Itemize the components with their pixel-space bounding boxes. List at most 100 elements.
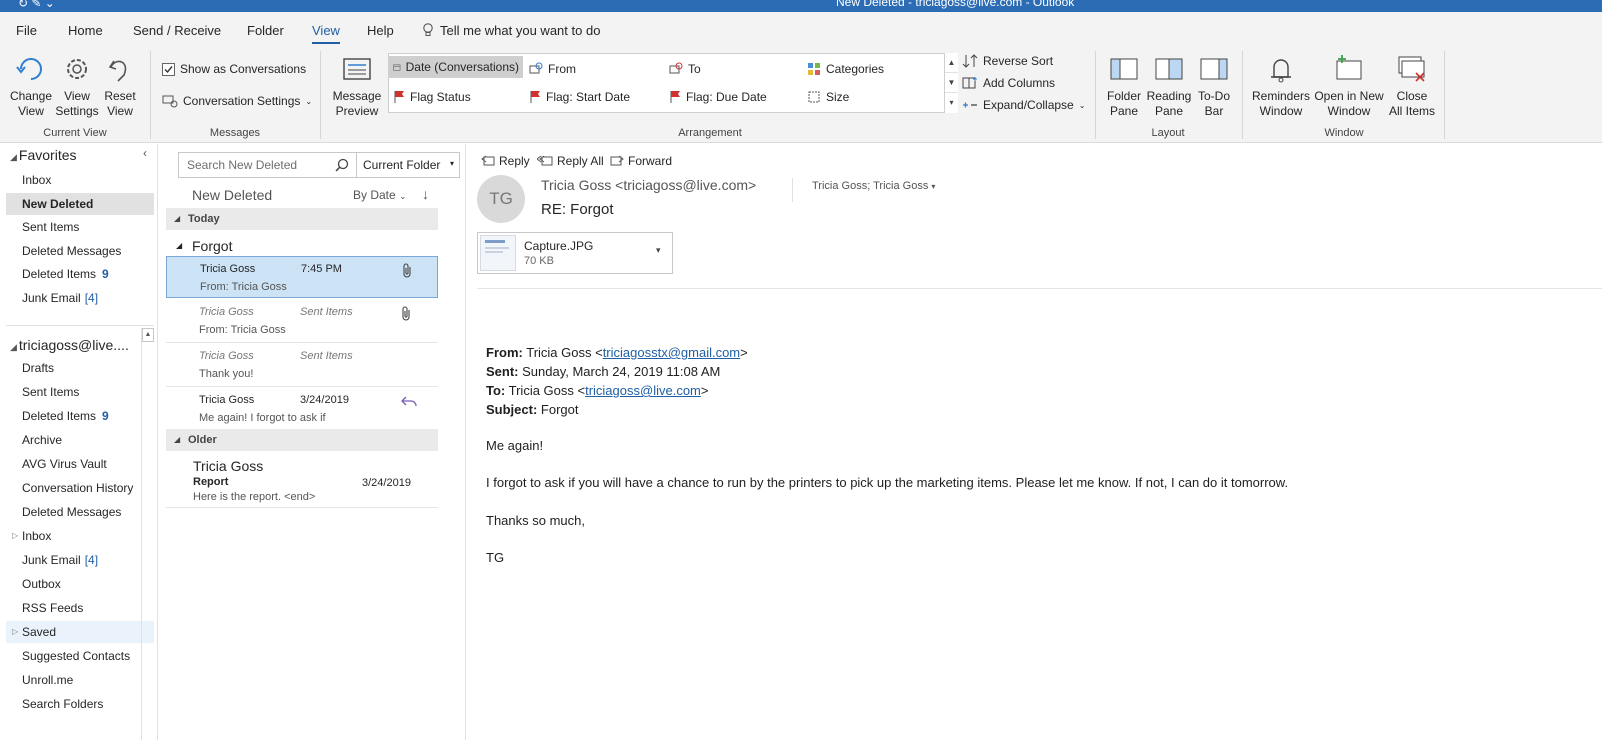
expand-arrow-icon[interactable]: ▷	[12, 621, 18, 643]
folder-item[interactable]: Sent Items	[6, 216, 154, 238]
flag-icon	[394, 91, 404, 103]
group-older[interactable]: ◢ Older	[166, 429, 438, 451]
scroll-up-icon[interactable]: ▲	[142, 328, 154, 342]
change-view-button[interactable]: Change View	[8, 53, 54, 119]
open-new-window-button[interactable]: Open in New Window	[1314, 53, 1384, 119]
arrange-flag-status[interactable]: Flag Status	[389, 86, 475, 108]
view-settings-button[interactable]: View Settings	[54, 53, 100, 119]
favorites-header[interactable]: ◢ Favorites	[10, 147, 77, 163]
folder-item[interactable]: AVG Virus Vault	[6, 453, 154, 475]
menu-home[interactable]: Home	[68, 23, 103, 38]
menu-send-receive[interactable]: Send / Receive	[133, 23, 221, 38]
arrangement-gallery: Date (Conversations) From To Categories …	[388, 53, 958, 113]
conversation-label: Forgot	[192, 238, 233, 254]
arrange-from[interactable]: From	[525, 58, 580, 80]
arrange-date-conversations[interactable]: Date (Conversations)	[389, 56, 523, 78]
folder-item[interactable]: Deleted Items 9	[6, 405, 154, 427]
folder-item[interactable]: Drafts	[6, 357, 154, 379]
gallery-more-icon[interactable]: ▾	[945, 93, 958, 113]
folder-item[interactable]: Suggested Contacts	[6, 645, 154, 667]
folder-item[interactable]: Deleted Items 9	[6, 263, 154, 285]
folder-item[interactable]: Junk Email [4]	[6, 287, 154, 309]
collapse-triangle-icon: ◢	[174, 435, 181, 444]
reply-button[interactable]: Reply	[481, 154, 530, 168]
message-item[interactable]: Tricia Goss Sent Items Thank you!	[166, 344, 438, 387]
folder-item[interactable]: ▷ Inbox	[6, 525, 154, 547]
tell-me-box[interactable]: Tell me what you want to do	[422, 23, 600, 38]
attachment-card[interactable]: Capture.JPG 70 KB ▾	[477, 232, 673, 274]
folder-name: Outbox	[22, 577, 61, 591]
quick-access-icons[interactable]: ↻ ✎ ⌄	[18, 0, 55, 10]
arrange-flag-start-date[interactable]: Flag: Start Date	[525, 86, 634, 108]
menu-folder[interactable]: Folder	[247, 23, 284, 38]
folder-pane-scrollbar[interactable]: ▲	[141, 328, 154, 740]
arrange-to[interactable]: To	[665, 58, 705, 80]
folder-item[interactable]: Sent Items	[6, 381, 154, 403]
folder-item[interactable]: Unroll.me	[6, 669, 154, 691]
reset-view-button[interactable]: Reset View	[100, 53, 140, 119]
arrange-size[interactable]: Size	[803, 86, 853, 108]
divider	[792, 178, 793, 202]
forward-button[interactable]: Forward	[610, 154, 672, 168]
search-input[interactable]: Search New Deleted	[178, 152, 358, 178]
to-name: Tricia Goss <	[508, 383, 586, 398]
message-item[interactable]: Tricia Goss 7:45 PM From: Tricia Goss	[166, 256, 438, 298]
folder-item[interactable]: ▷ Saved	[6, 621, 154, 643]
reverse-sort-button[interactable]: Reverse Sort	[962, 51, 1053, 71]
folder-name: Deleted Messages	[22, 243, 122, 258]
message-item[interactable]: Tricia Goss 3/24/2019 Me again! I forgot…	[166, 388, 438, 428]
arrange-flag-due-date[interactable]: Flag: Due Date	[665, 86, 771, 108]
show-as-conversations-checkbox[interactable]: Show as Conversations	[162, 59, 306, 79]
folder-item[interactable]: RSS Feeds	[6, 597, 154, 619]
group-today[interactable]: ◢ Today	[166, 208, 438, 230]
chevron-down-icon[interactable]: ▾	[656, 245, 661, 256]
message-item[interactable]: Tricia Goss Report Here is the report. <…	[166, 452, 438, 508]
arrange-categories[interactable]: Categories	[803, 58, 888, 80]
add-columns-button[interactable]: Add Columns	[962, 73, 1055, 93]
folder-item[interactable]: Outbox	[6, 573, 154, 595]
reply-all-button[interactable]: Reply All	[537, 154, 604, 168]
folder-item[interactable]: Search Folders	[6, 693, 154, 715]
folder-item[interactable]: Deleted Messages	[6, 501, 154, 523]
message-item[interactable]: Tricia Goss Sent Items From: Tricia Goss	[166, 300, 438, 343]
account-header[interactable]: ◢ triciagoss@live....	[10, 337, 129, 353]
recipients[interactable]: Tricia Goss; Tricia Goss ▾	[812, 180, 935, 192]
sort-by-dropdown[interactable]: By Date ⌄	[353, 188, 407, 202]
scroll-down-icon[interactable]: ▼	[945, 73, 958, 93]
from-email-link[interactable]: triciagosstx@gmail.com	[603, 345, 740, 360]
folder-item[interactable]: Junk Email [4]	[6, 549, 154, 571]
folder-item[interactable]: Archive	[6, 429, 154, 451]
sender-address[interactable]: Tricia Goss <triciagoss@live.com>	[541, 177, 756, 193]
collapse-pane-icon[interactable]: ‹	[143, 146, 147, 160]
folder-pane-button[interactable]: Folder Pane	[1102, 53, 1146, 119]
search-icon[interactable]	[335, 158, 349, 172]
close-all-items-button[interactable]: Close All Items	[1386, 53, 1438, 119]
paperclip-icon	[402, 306, 410, 321]
reminders-window-button[interactable]: Reminders Window	[1252, 53, 1310, 119]
folder-item[interactable]: Inbox	[6, 169, 154, 191]
conversation-settings-button[interactable]: Conversation Settings ⌄	[162, 91, 312, 111]
menu-help[interactable]: Help	[367, 23, 394, 38]
menu-view[interactable]: View	[312, 23, 340, 44]
search-scope-dropdown[interactable]: Current Folder ▾	[356, 152, 460, 178]
expand-arrow-icon[interactable]: ▷	[12, 525, 18, 547]
ribbon-separator	[150, 51, 151, 139]
todo-bar-button[interactable]: To-Do Bar	[1194, 53, 1234, 119]
reading-pane-button[interactable]: Reading Pane	[1146, 53, 1192, 119]
message-time: 7:45 PM	[301, 263, 342, 275]
sort-direction-arrow-icon[interactable]: ↓	[422, 186, 429, 202]
arrangement-gallery-scroll[interactable]: ▲ ▼ ▾	[944, 53, 958, 113]
scroll-up-icon[interactable]: ▲	[945, 53, 958, 73]
conversation-header[interactable]: ◢ Forgot	[166, 238, 438, 254]
close-all-items-label: Close All Items	[1388, 89, 1435, 118]
folder-item[interactable]: New Deleted	[6, 192, 154, 215]
menu-file[interactable]: File	[16, 23, 37, 38]
to-email-link[interactable]: triciagoss@live.com	[585, 383, 701, 398]
folder-item[interactable]: Conversation History	[6, 477, 154, 499]
message-preview-button[interactable]: Message Preview	[332, 53, 382, 119]
expand-collapse-button[interactable]: Expand/Collapse ⌄	[962, 95, 1085, 115]
avatar[interactable]: TG	[477, 175, 525, 223]
folder-item[interactable]: Deleted Messages	[6, 240, 154, 262]
expand-collapse-icon	[963, 102, 977, 108]
expand-triangle-icon: ◢	[10, 152, 17, 162]
